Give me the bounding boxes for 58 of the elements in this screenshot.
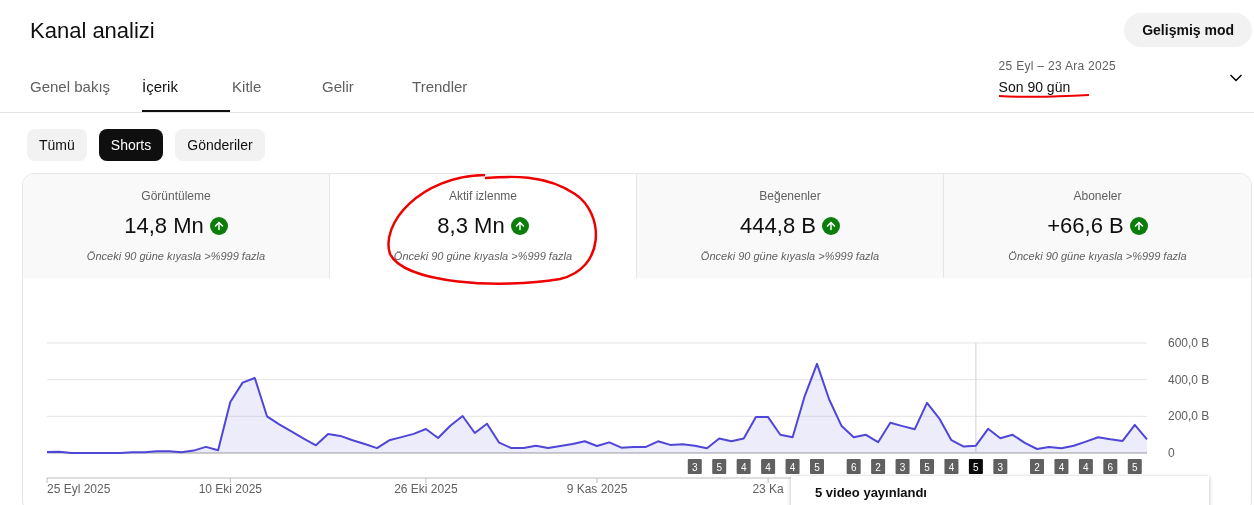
metric-tile[interactable]: Aboneler +66,6 B Önceki 90 güne kıyasla >%999 fazla [944,174,1251,278]
y-axis-label: 400,0 B [1168,372,1210,387]
video-marker[interactable]: 2 [871,459,886,474]
nav-tab[interactable]: İçerik [142,71,231,112]
metric-tile[interactable]: Görüntüleme 14,8 Mn Önceki 90 güne kıyasla >%999 fazla [23,174,330,278]
x-axis-label: 26 Eki 2025 [394,482,458,496]
metric-value: 8,3 Mn [437,212,505,241]
arrow-up-icon [821,216,840,235]
tooltip-title: 5 video yayınlandı [815,485,927,500]
video-marker[interactable]: 4 [944,459,959,474]
metric-tile[interactable]: Beğenenler 444,8 B Önceki 90 güne kıyasla >%999 fazla [637,174,944,278]
x-axis-label: 10 Eki 2025 [198,482,263,496]
video-marker[interactable]: 4 [736,459,751,474]
date-range-dropdown[interactable]: 25 Eyl – 23 Ara 2025 Son 90 gün [998,57,1246,112]
y-axis-label: 600,0 B [1168,336,1210,350]
metric-label: Görüntüleme [141,188,211,206]
video-marker[interactable]: 5 [1127,459,1142,474]
metric-label: Aktif izlenme [449,188,517,206]
metric-comparison: Önceki 90 güne kıyasla >%999 fazla [1008,249,1187,265]
video-marker[interactable]: 6 [1103,459,1118,474]
video-marker[interactable]: 3 [993,459,1008,474]
metric-value: 444,8 B [740,212,816,241]
x-axis-label: 9 Kas 2025 [566,482,628,496]
nav-tab[interactable]: Gelir [322,71,411,112]
video-marker[interactable]: 4 [1078,459,1093,474]
arrow-up-icon [510,216,529,235]
arrow-up-icon [1129,216,1148,235]
metric-comparison: Önceki 90 güne kıyasla >%999 fazla [700,249,880,265]
y-axis-label: 0 [1168,446,1175,460]
metric-value: 14,8 Mn [124,212,204,241]
video-marker[interactable]: 4 [1054,459,1069,474]
video-marker[interactable]: 5 [712,459,727,474]
advanced-mode-button[interactable]: Gelişmiş mod [1124,13,1252,47]
filter-chip[interactable]: Shorts [98,129,164,161]
metric-label: Beğenenler [759,188,821,206]
video-marker[interactable]: 3 [687,459,702,474]
video-marker[interactable]: 4 [761,459,776,474]
video-marker[interactable]: 4 [785,459,800,474]
metric-value: +66,6 B [1047,212,1124,241]
metric-label: Aboneler [1073,188,1122,206]
nav-tab[interactable]: Genel bakış [30,71,141,112]
video-marker[interactable]: 6 [846,459,861,474]
page-title: Kanal analizi [30,16,155,45]
y-axis-label: 200,0 B [1168,409,1210,424]
filter-chip[interactable]: Gönderiler [175,129,265,161]
video-marker[interactable]: 5 [810,459,824,474]
x-axis-label: 23 Ka [752,482,784,496]
metric-comparison: Önceki 90 güne kıyasla >%999 fazla [86,249,266,265]
metric-comparison: Önceki 90 güne kıyasla >%999 fazla [393,249,573,265]
filter-chip[interactable]: Tümü [27,129,87,161]
arrow-up-icon [209,216,228,235]
video-marker[interactable]: 2 [1030,459,1044,474]
video-marker[interactable]: 5 [968,459,983,474]
video-marker[interactable]: 5 [920,459,934,474]
nav-tab[interactable]: Kitle [232,71,321,112]
nav-tab[interactable]: Trendler [412,71,501,112]
video-marker[interactable]: 3 [895,459,910,474]
x-axis-label: 25 Eyl 2025 [47,482,111,496]
